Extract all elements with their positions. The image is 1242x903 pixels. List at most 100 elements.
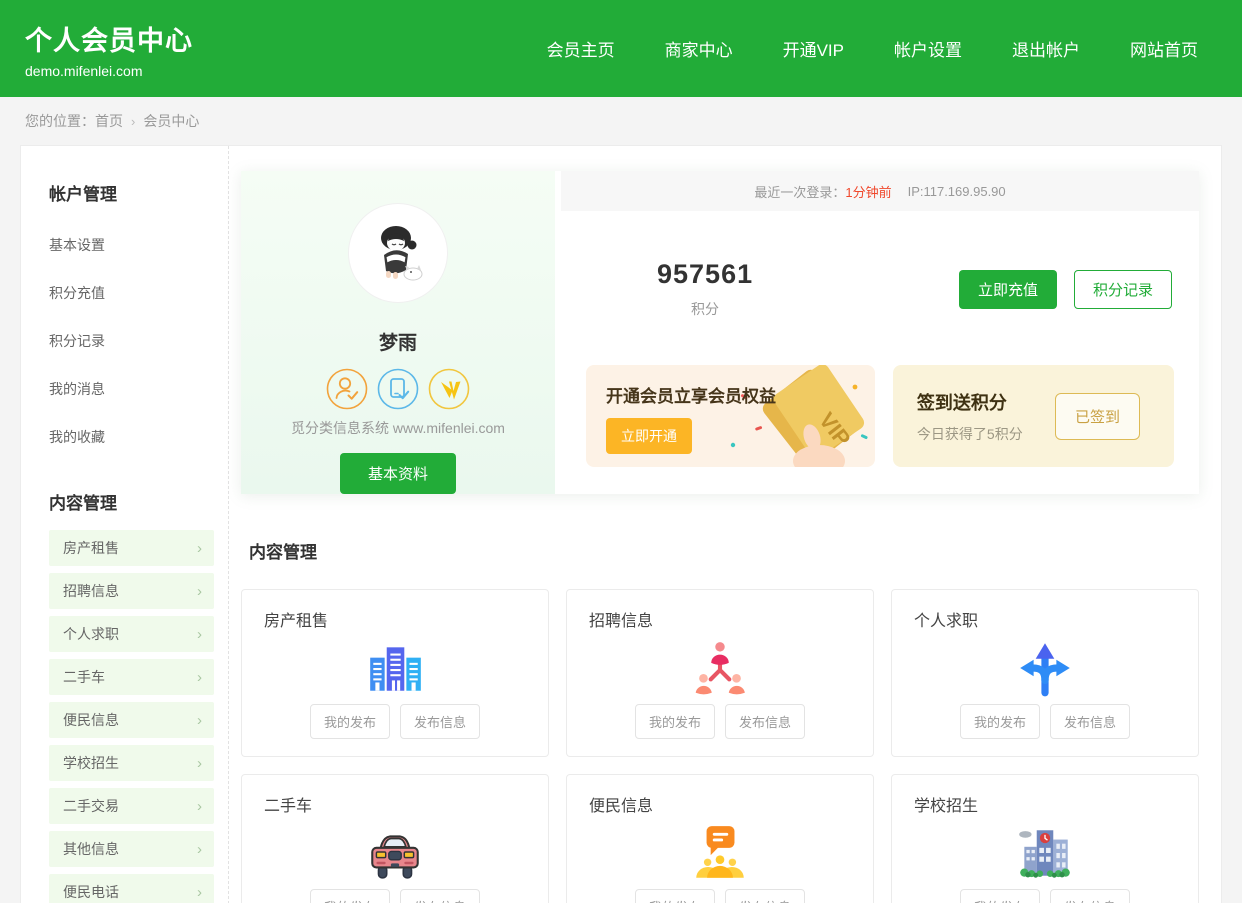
- publish-button[interactable]: 发布信息: [725, 889, 806, 903]
- nav-account-settings[interactable]: 帐户设置: [894, 36, 962, 61]
- nav-member-home[interactable]: 会员主页: [547, 36, 615, 61]
- login-info-bar: 最近一次登录： 1分钟前 IP:117.169.95.90: [561, 171, 1199, 211]
- signin-banner: 签到送积分 今日获得了5积分 已签到: [892, 365, 1174, 467]
- chevron-right-icon: ›: [197, 625, 202, 643]
- card-used-cars: 二手车: [241, 774, 549, 903]
- breadcrumb: 您的位置： 首页 › 会员中心: [0, 97, 1242, 145]
- sidebar-item-label: 房产租售: [63, 540, 119, 556]
- signin-text-block: 签到送积分 今日获得了5积分: [917, 389, 1023, 444]
- my-posts-button[interactable]: 我的发布: [959, 889, 1040, 903]
- nav-open-vip[interactable]: 开通VIP: [783, 36, 844, 61]
- main-area: 梦雨 觅分类信息系统 www.mifenlei.com 基本资料 最近一次登录：…: [229, 146, 1221, 903]
- sidebar-item-points-recharge[interactable]: 积分充值: [49, 269, 214, 317]
- points-row: 957561 积分 立即充值 积分记录: [561, 259, 1199, 319]
- sidebar-item-my-favorites[interactable]: 我的收藏: [49, 413, 214, 461]
- sidebar-item-label: 学校招生: [63, 755, 119, 771]
- card-title: 房产租售: [264, 613, 329, 630]
- breadcrumb-prefix: 您的位置：: [25, 113, 95, 129]
- card-job-seeking: 个人求职 我的发布 发布信息: [891, 589, 1199, 757]
- content-panel: 帐户管理 基本设置 积分充值 积分记录 我的消息 我的收藏 内容管理 房产租售 ›…: [20, 145, 1222, 903]
- points-label: 积分: [691, 301, 720, 317]
- sidebar-item-label: 二手车: [63, 669, 105, 685]
- sidebar-item-property[interactable]: 房产租售 ›: [49, 530, 214, 566]
- user-name: 梦雨: [378, 333, 417, 354]
- my-posts-button[interactable]: 我的发布: [634, 889, 715, 903]
- login-ip: IP:117.169.95.90: [907, 183, 1006, 199]
- sidebar-item-my-messages[interactable]: 我的消息: [49, 365, 214, 413]
- sidebar-item-points-records[interactable]: 积分记录: [49, 317, 214, 365]
- vip-cards-illustration: VIP: [730, 365, 868, 467]
- sidebar-item-other-info[interactable]: 其他信息 ›: [49, 831, 214, 867]
- avatar-illustration: [381, 226, 423, 281]
- sidebar-item-jobs[interactable]: 招聘信息 ›: [49, 573, 214, 609]
- my-posts-button[interactable]: 我的发布: [309, 889, 390, 903]
- signin-subtitle: 今日获得了5积分: [916, 425, 1023, 442]
- card-title: 便民信息: [589, 798, 654, 815]
- sidebar-item-phone-numbers[interactable]: 便民电话 ›: [49, 874, 214, 903]
- my-posts-button[interactable]: 我的发布: [634, 704, 715, 739]
- content-cards-grid: 房产租售 我的发布 发布信息 招聘信息 我的发布 发布信息 个人求职 我的发布 …: [241, 589, 1199, 903]
- open-vip-button[interactable]: 立即开通: [606, 418, 692, 454]
- vip-banner-title: 开通会员立享会员权益: [606, 387, 776, 406]
- points-records-button[interactable]: 积分记录: [1073, 269, 1172, 309]
- sidebar-item-label: 便民电话: [63, 884, 119, 900]
- account-menu: 基本设置 积分充值 积分记录 我的消息 我的收藏: [49, 221, 214, 461]
- vip-banner[interactable]: 开通会员立享会员权益 立即开通 VIP: [586, 365, 875, 467]
- car-icon: [371, 834, 419, 879]
- recharge-button[interactable]: 立即充值: [958, 269, 1057, 309]
- top-header: 个人会员中心 demo.mifenlei.com 会员主页 商家中心 开通VIP…: [0, 0, 1242, 97]
- last-login-label: 最近一次登录：: [754, 184, 846, 200]
- nav-logout[interactable]: 退出帐户: [1012, 36, 1080, 61]
- logo-block[interactable]: 个人会员中心 demo.mifenlei.com: [25, 19, 193, 79]
- publish-button[interactable]: 发布信息: [725, 704, 806, 739]
- sidebar: 帐户管理 基本设置 积分充值 积分记录 我的消息 我的收藏 内容管理 房产租售 ›…: [21, 146, 229, 903]
- my-posts-button[interactable]: 我的发布: [309, 704, 390, 739]
- avatar[interactable]: [349, 204, 447, 302]
- badge-row: [326, 368, 470, 410]
- person-check-icon[interactable]: [326, 368, 368, 410]
- publish-button[interactable]: 发布信息: [1050, 704, 1131, 739]
- points-value: 957561: [657, 259, 754, 289]
- sidebar-item-label: 其他信息: [63, 841, 119, 857]
- nav-merchant-center[interactable]: 商家中心: [665, 36, 733, 61]
- card-title: 二手车: [264, 798, 313, 815]
- basic-info-button[interactable]: 基本资料: [339, 453, 456, 494]
- profile-card: 梦雨 觅分类信息系统 www.mifenlei.com 基本资料: [241, 171, 555, 494]
- sidebar-item-job-seeking[interactable]: 个人求职 ›: [49, 616, 214, 652]
- chevron-right-icon: ›: [197, 539, 202, 557]
- school-icon: [1019, 829, 1070, 878]
- sidebar-item-label: 二手交易: [63, 798, 119, 814]
- site-description: 觅分类信息系统 www.mifenlei.com: [291, 420, 505, 436]
- signed-in-button[interactable]: 已签到: [1054, 392, 1140, 440]
- sidebar-item-used-cars[interactable]: 二手车 ›: [49, 659, 214, 695]
- sidebar-content-heading: 内容管理: [49, 494, 117, 513]
- points-actions: 立即充值 积分记录: [958, 269, 1172, 309]
- sidebar-item-basic-settings[interactable]: 基本设置: [49, 221, 214, 269]
- publish-button[interactable]: 发布信息: [400, 889, 481, 903]
- breadcrumb-home-link[interactable]: 首页: [95, 111, 123, 131]
- buildings-icon: [370, 646, 421, 691]
- content-section-heading: 内容管理: [249, 543, 317, 562]
- breadcrumb-current: 会员中心: [143, 113, 200, 129]
- last-login-value: 1分钟前: [845, 184, 892, 200]
- breadcrumb-separator-icon: ›: [131, 113, 136, 129]
- publish-button[interactable]: 发布信息: [400, 704, 481, 739]
- top-nav: 会员主页 商家中心 开通VIP 帐户设置 退出帐户 网站首页: [547, 36, 1198, 61]
- card-local-info: 便民信息 我的发布: [566, 774, 874, 903]
- publish-button[interactable]: 发布信息: [1050, 889, 1131, 903]
- vip-level-icon[interactable]: [428, 368, 470, 410]
- sidebar-item-secondhand-trade[interactable]: 二手交易 ›: [49, 788, 214, 824]
- chevron-right-icon: ›: [197, 883, 202, 901]
- site-domain: demo.mifenlei.com: [25, 62, 143, 79]
- phone-verified-icon[interactable]: [377, 368, 419, 410]
- sidebar-item-label: 招聘信息: [63, 583, 119, 599]
- stats-card: 最近一次登录： 1分钟前 IP:117.169.95.90 957561 积分 …: [561, 171, 1199, 494]
- my-posts-button[interactable]: 我的发布: [959, 704, 1040, 739]
- chevron-right-icon: ›: [197, 668, 202, 686]
- sidebar-item-label: 个人求职: [63, 626, 119, 642]
- sidebar-item-local-info[interactable]: 便民信息 ›: [49, 702, 214, 738]
- nav-site-home[interactable]: 网站首页: [1130, 36, 1198, 61]
- sidebar-item-label: 便民信息: [63, 712, 119, 728]
- card-title: 个人求职: [914, 613, 979, 630]
- sidebar-item-school-admission[interactable]: 学校招生 ›: [49, 745, 214, 781]
